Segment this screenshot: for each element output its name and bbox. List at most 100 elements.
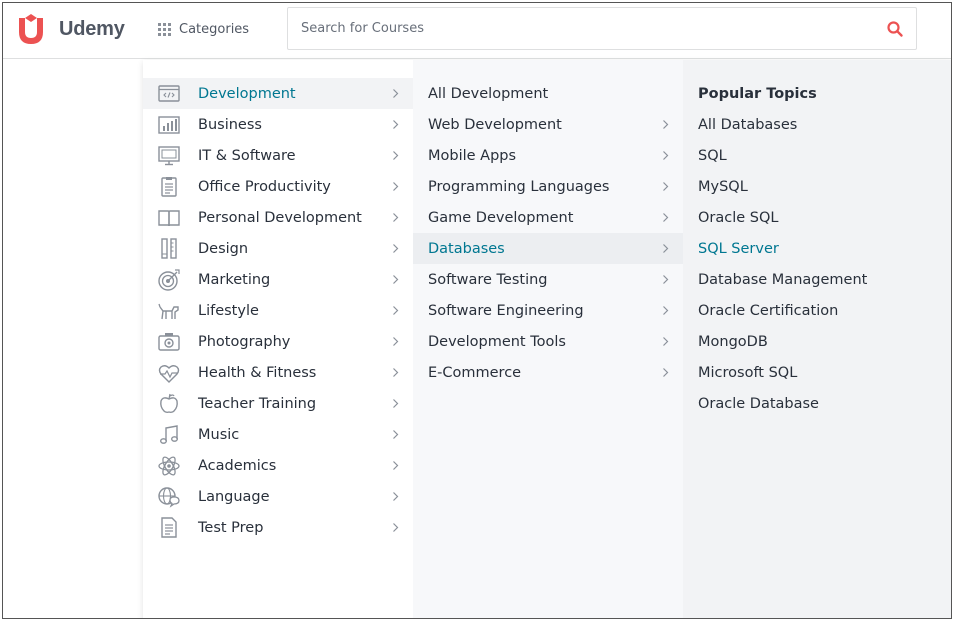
chevron-right-icon [393, 523, 399, 532]
category-item-test-prep[interactable]: Test Prep [143, 512, 413, 543]
udemy-logo[interactable]: Udemy [15, 12, 125, 46]
topic-link-mysql[interactable]: MySQL [683, 171, 951, 202]
categories-mega-menu: Development Business IT & Software Office P… [143, 60, 951, 618]
category-label: Personal Development [198, 209, 362, 226]
chevron-right-icon [393, 275, 399, 284]
category-item-health-and-fitness[interactable]: Health & Fitness [143, 357, 413, 388]
chevron-right-icon [393, 244, 399, 253]
camera-icon [158, 333, 180, 351]
category-label: Test Prep [198, 519, 264, 536]
chevron-right-icon [663, 275, 669, 284]
topic-link-oracle-certification[interactable]: Oracle Certification [683, 295, 951, 326]
topic-link-oracle-database[interactable]: Oracle Database [683, 388, 951, 419]
chevron-right-icon [663, 151, 669, 160]
search-bar [287, 7, 917, 50]
heart-pulse-icon [158, 365, 180, 383]
subcategory-item-software-testing[interactable]: Software Testing [413, 264, 683, 295]
category-item-language[interactable]: Language [143, 481, 413, 512]
subcategory-label: Web Development [428, 116, 562, 133]
subcategory-label: Software Testing [428, 271, 548, 288]
subcategory-item-programming-languages[interactable]: Programming Languages [413, 171, 683, 202]
subcategory-label: Development Tools [428, 333, 566, 350]
category-item-it-and-software[interactable]: IT & Software [143, 140, 413, 171]
category-label: Teacher Training [198, 395, 317, 412]
topic-link-sql-server[interactable]: SQL Server [683, 233, 951, 264]
topic-link-mongodb[interactable]: MongoDB [683, 326, 951, 357]
chevron-right-icon [393, 306, 399, 315]
category-label: Business [198, 116, 262, 133]
category-item-development[interactable]: Development [143, 78, 413, 109]
topic-link-database-management[interactable]: Database Management [683, 264, 951, 295]
subcategory-item-web-development[interactable]: Web Development [413, 109, 683, 140]
category-label: Lifestyle [198, 302, 259, 319]
target-icon [158, 269, 180, 291]
category-label: Marketing [198, 271, 271, 288]
bar-chart-icon [158, 116, 180, 134]
topic-link-microsoft-sql[interactable]: Microsoft SQL [683, 357, 951, 388]
globe-chat-icon [158, 487, 180, 508]
category-item-office-productivity[interactable]: Office Productivity [143, 171, 413, 202]
chevron-right-icon [393, 492, 399, 501]
chevron-right-icon [663, 213, 669, 222]
apple-icon [160, 393, 178, 414]
chevron-right-icon [393, 461, 399, 470]
subcategory-label: Databases [428, 240, 505, 257]
pencil-ruler-icon [161, 238, 177, 259]
topic-link-all-databases[interactable]: All Databases [683, 109, 951, 140]
category-label: Health & Fitness [198, 364, 317, 381]
clipboard-icon [161, 177, 177, 197]
chevron-right-icon [393, 368, 399, 377]
topic-label: All Databases [698, 116, 798, 133]
category-label: Development [198, 85, 296, 102]
chevron-right-icon [393, 337, 399, 346]
category-item-marketing[interactable]: Marketing [143, 264, 413, 295]
topic-link-sql[interactable]: SQL [683, 140, 951, 171]
subcategory-item-development-tools[interactable]: Development Tools [413, 326, 683, 357]
subcategory-item-e-commerce[interactable]: E-Commerce [413, 357, 683, 388]
subcategory-item-mobile-apps[interactable]: Mobile Apps [413, 140, 683, 171]
topic-link-oracle-sql[interactable]: Oracle SQL [683, 202, 951, 233]
subcategory-item-all-development[interactable]: All Development [413, 78, 683, 109]
topic-label: MySQL [698, 178, 748, 195]
category-item-design[interactable]: Design [143, 233, 413, 264]
topic-label: Microsoft SQL [698, 364, 798, 381]
chevron-right-icon [393, 430, 399, 439]
topic-label: SQL [698, 147, 727, 164]
search-icon[interactable] [886, 20, 904, 38]
subcategory-item-game-development[interactable]: Game Development [413, 202, 683, 233]
subcategory-label: All Development [428, 85, 549, 102]
chevron-right-icon [663, 182, 669, 191]
category-item-business[interactable]: Business [143, 109, 413, 140]
popular-topics-column: Popular Topics All Databases SQL MySQL Orac… [683, 60, 951, 618]
search-input[interactable] [301, 21, 861, 36]
chevron-right-icon [663, 306, 669, 315]
category-label: Office Productivity [198, 178, 331, 195]
category-item-personal-development[interactable]: Personal Development [143, 202, 413, 233]
category-label: Music [198, 426, 240, 443]
chevron-right-icon [393, 399, 399, 408]
categories-column: Development Business IT & Software Office P… [143, 60, 413, 618]
category-item-academics[interactable]: Academics [143, 450, 413, 481]
topic-label: Oracle SQL [698, 209, 779, 226]
category-item-lifestyle[interactable]: Lifestyle [143, 295, 413, 326]
music-note-icon [160, 425, 178, 444]
subcategory-label: Mobile Apps [428, 147, 517, 164]
chevron-right-icon [663, 120, 669, 129]
chevron-right-icon [393, 182, 399, 191]
category-label: Design [198, 240, 249, 257]
document-icon [161, 517, 177, 538]
subcategory-label: Programming Languages [428, 178, 610, 195]
chevron-right-icon [663, 337, 669, 346]
popular-topics-title: Popular Topics [698, 85, 817, 102]
subcategory-item-databases[interactable]: Databases [413, 233, 683, 264]
top-header: Udemy Categories [3, 3, 951, 59]
category-item-photography[interactable]: Photography [143, 326, 413, 357]
category-item-music[interactable]: Music [143, 419, 413, 450]
subcategory-item-software-engineering[interactable]: Software Engineering [413, 295, 683, 326]
chevron-right-icon [393, 120, 399, 129]
book-icon [158, 210, 180, 227]
categories-button[interactable]: Categories [158, 17, 249, 41]
dog-icon [158, 303, 179, 320]
category-item-teacher-training[interactable]: Teacher Training [143, 388, 413, 419]
category-label: Language [198, 488, 270, 505]
